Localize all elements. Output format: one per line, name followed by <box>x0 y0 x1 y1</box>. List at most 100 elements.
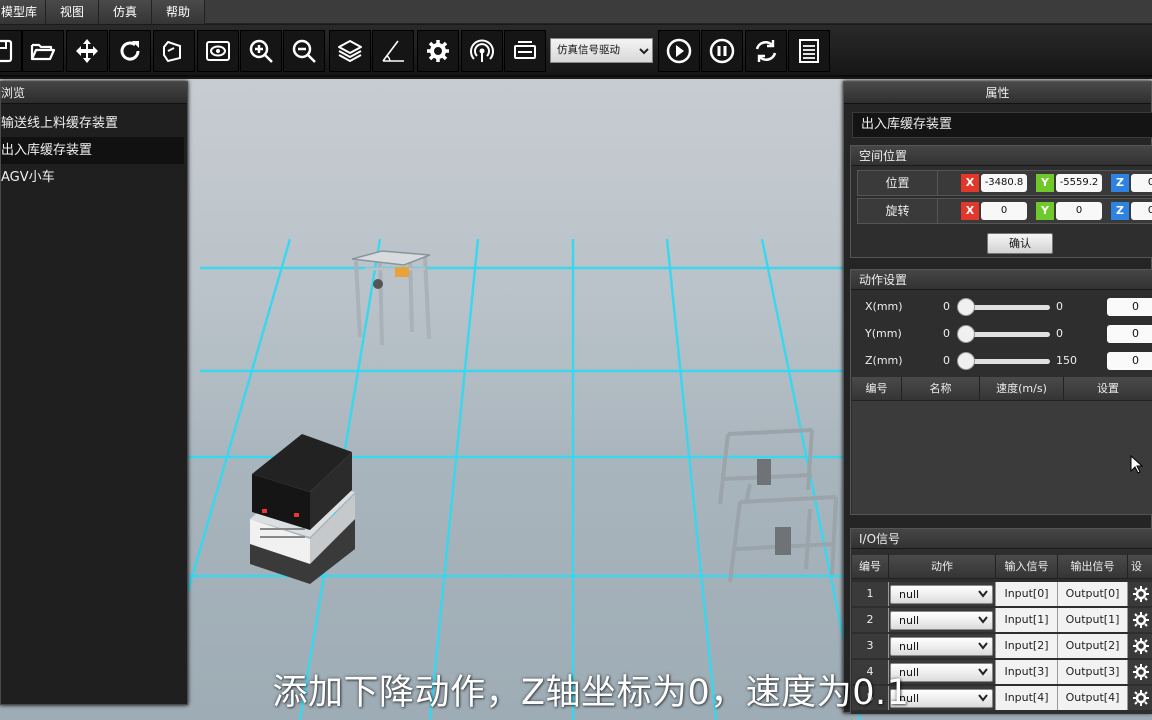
gear-icon <box>1133 586 1149 602</box>
open-button[interactable] <box>22 30 64 72</box>
slider-y-track[interactable] <box>965 332 1050 337</box>
io-row-num: 1 <box>852 582 889 606</box>
move-button[interactable] <box>66 30 108 72</box>
slider-z-max: 150 <box>1056 354 1077 367</box>
play-button[interactable] <box>658 30 700 72</box>
menu-simulation[interactable]: 仿真 <box>99 0 153 24</box>
layers-icon <box>338 40 362 62</box>
controller-button[interactable] <box>504 30 546 72</box>
io-table-row: 1 null Input[0] Output[0] <box>852 581 1152 607</box>
spatial-position-section: 空间位置 位置 X -3480.8 Y -5559.2 Z 0 旋转 X 0 Y… <box>850 145 1152 258</box>
save-button[interactable] <box>0 30 22 72</box>
slider-y-knob[interactable] <box>957 325 975 343</box>
action-table-header: 编号 名称 速度(m/s) 设置 <box>852 377 1152 401</box>
layers-button[interactable] <box>329 30 371 72</box>
slider-z-knob[interactable] <box>957 352 975 370</box>
action-table-body[interactable] <box>852 401 1152 514</box>
action-col-name: 名称 <box>902 377 980 401</box>
scale-button[interactable] <box>153 30 195 72</box>
io-row-input[interactable]: Input[1] <box>996 608 1058 632</box>
slider-z-track[interactable] <box>965 359 1050 364</box>
io-col-num: 编号 <box>852 555 889 579</box>
rotate-button[interactable] <box>109 30 151 72</box>
pause-icon <box>709 38 735 64</box>
action-col-speed: 速度(m/s) <box>980 377 1064 401</box>
list-button[interactable] <box>788 30 830 72</box>
zoom-out-icon <box>292 39 316 63</box>
rotation-y-input[interactable]: 0 <box>1056 202 1102 220</box>
io-table-row: 2 null Input[1] Output[1] <box>852 607 1152 633</box>
menu-model-library[interactable]: 模型库 <box>0 0 46 24</box>
io-row-input[interactable]: Input[2] <box>996 634 1058 658</box>
io-row-settings[interactable] <box>1128 582 1152 606</box>
io-col-action: 动作 <box>889 555 996 579</box>
slider-x-knob[interactable] <box>957 298 975 316</box>
chevron-down-icon <box>639 48 649 55</box>
io-row-output[interactable]: Output[2] <box>1058 634 1128 658</box>
rotation-x-input[interactable]: 0 <box>981 202 1027 220</box>
slider-z-min: 0 <box>943 354 950 367</box>
io-row-settings[interactable] <box>1128 634 1152 658</box>
menu-help[interactable]: 帮助 <box>152 0 206 24</box>
signal-button[interactable] <box>461 30 503 72</box>
spatial-position-title: 空间位置 <box>851 146 1152 166</box>
angle-button[interactable] <box>372 30 414 72</box>
scale-icon <box>163 40 181 63</box>
position-z-input[interactable]: 0 <box>1131 174 1152 192</box>
io-row-output[interactable]: Output[1] <box>1058 608 1128 632</box>
zoom-in-button[interactable] <box>240 30 282 72</box>
action-settings-section: 动作设置 X(mm) 0 0 0 Y(mm) 0 0 0 Z(mm) 0 150… <box>850 269 1152 515</box>
slider-y-row: Y(mm) 0 0 0 <box>851 321 1152 347</box>
position-x-input[interactable]: -3480.8 <box>981 174 1027 192</box>
position-z-tag: Z <box>1111 174 1129 192</box>
rotation-z-input[interactable]: 0 <box>1131 202 1152 220</box>
io-row-output[interactable]: Output[0] <box>1058 582 1128 606</box>
object-name-field[interactable]: 出入库缓存装置 <box>852 112 1152 138</box>
zoom-in-icon <box>249 39 273 63</box>
tree-item-inout-buffer[interactable]: 出入库缓存装置 <box>1 137 184 164</box>
gear-icon <box>427 40 449 62</box>
angle-icon <box>382 40 404 62</box>
slider-x-value[interactable]: 0 <box>1107 298 1152 316</box>
gear-icon <box>1133 638 1149 654</box>
slider-y-min: 0 <box>943 327 950 340</box>
io-action-select[interactable]: null <box>890 611 993 630</box>
io-row-settings[interactable] <box>1128 608 1152 632</box>
io-action-select[interactable]: null <box>890 585 993 604</box>
io-signal-title: I/O信号 <box>851 529 1152 549</box>
io-row-input[interactable]: Input[0] <box>996 582 1058 606</box>
slider-z-value[interactable]: 0 <box>1107 352 1152 370</box>
settings-button[interactable] <box>417 30 459 72</box>
toolbar: 仿真信号驱动 <box>0 25 1152 77</box>
pause-button[interactable] <box>701 30 743 72</box>
action-col-num: 编号 <box>852 377 902 401</box>
tree-item-agv[interactable]: AGV小车 <box>1 164 187 191</box>
list-icon <box>799 39 819 63</box>
chevron-down-icon <box>978 590 988 598</box>
io-action-select[interactable]: null <box>890 637 993 656</box>
io-col-output: 输出信号 <box>1058 555 1128 579</box>
slider-y-value[interactable]: 0 <box>1107 325 1152 343</box>
confirm-button[interactable]: 确认 <box>987 233 1053 254</box>
controller-icon <box>514 41 536 59</box>
menu-view[interactable]: 视图 <box>46 0 100 24</box>
position-x-tag: X <box>961 174 979 192</box>
rotation-y-tag: Y <box>1036 202 1054 220</box>
reset-icon <box>755 40 777 62</box>
io-table-header: 编号 动作 输入信号 输出信号 设置 <box>852 555 1152 597</box>
rotation-label: 旋转 <box>858 199 938 223</box>
menu-bar: 模型库 视图 仿真 帮助 <box>0 0 1152 24</box>
slider-z-row: Z(mm) 0 150 0 <box>851 348 1152 374</box>
tree-item-conveyor-buffer[interactable]: 输送线上料缓存装置 <box>1 110 187 137</box>
property-panel: 属性 出入库缓存装置 空间位置 位置 X -3480.8 Y -5559.2 Z… <box>843 81 1152 714</box>
gear-icon <box>1133 612 1149 628</box>
reset-button[interactable] <box>745 30 787 72</box>
view-button[interactable] <box>197 30 239 72</box>
signal-mode-select[interactable]: 仿真信号驱动 <box>550 38 653 63</box>
slider-x-max: 0 <box>1056 300 1063 313</box>
zoom-out-button[interactable] <box>283 30 325 72</box>
position-y-input[interactable]: -5559.2 <box>1056 174 1102 192</box>
position-label: 位置 <box>858 171 938 195</box>
rotation-z-tag: Z <box>1111 202 1129 220</box>
slider-x-track[interactable] <box>965 305 1050 310</box>
